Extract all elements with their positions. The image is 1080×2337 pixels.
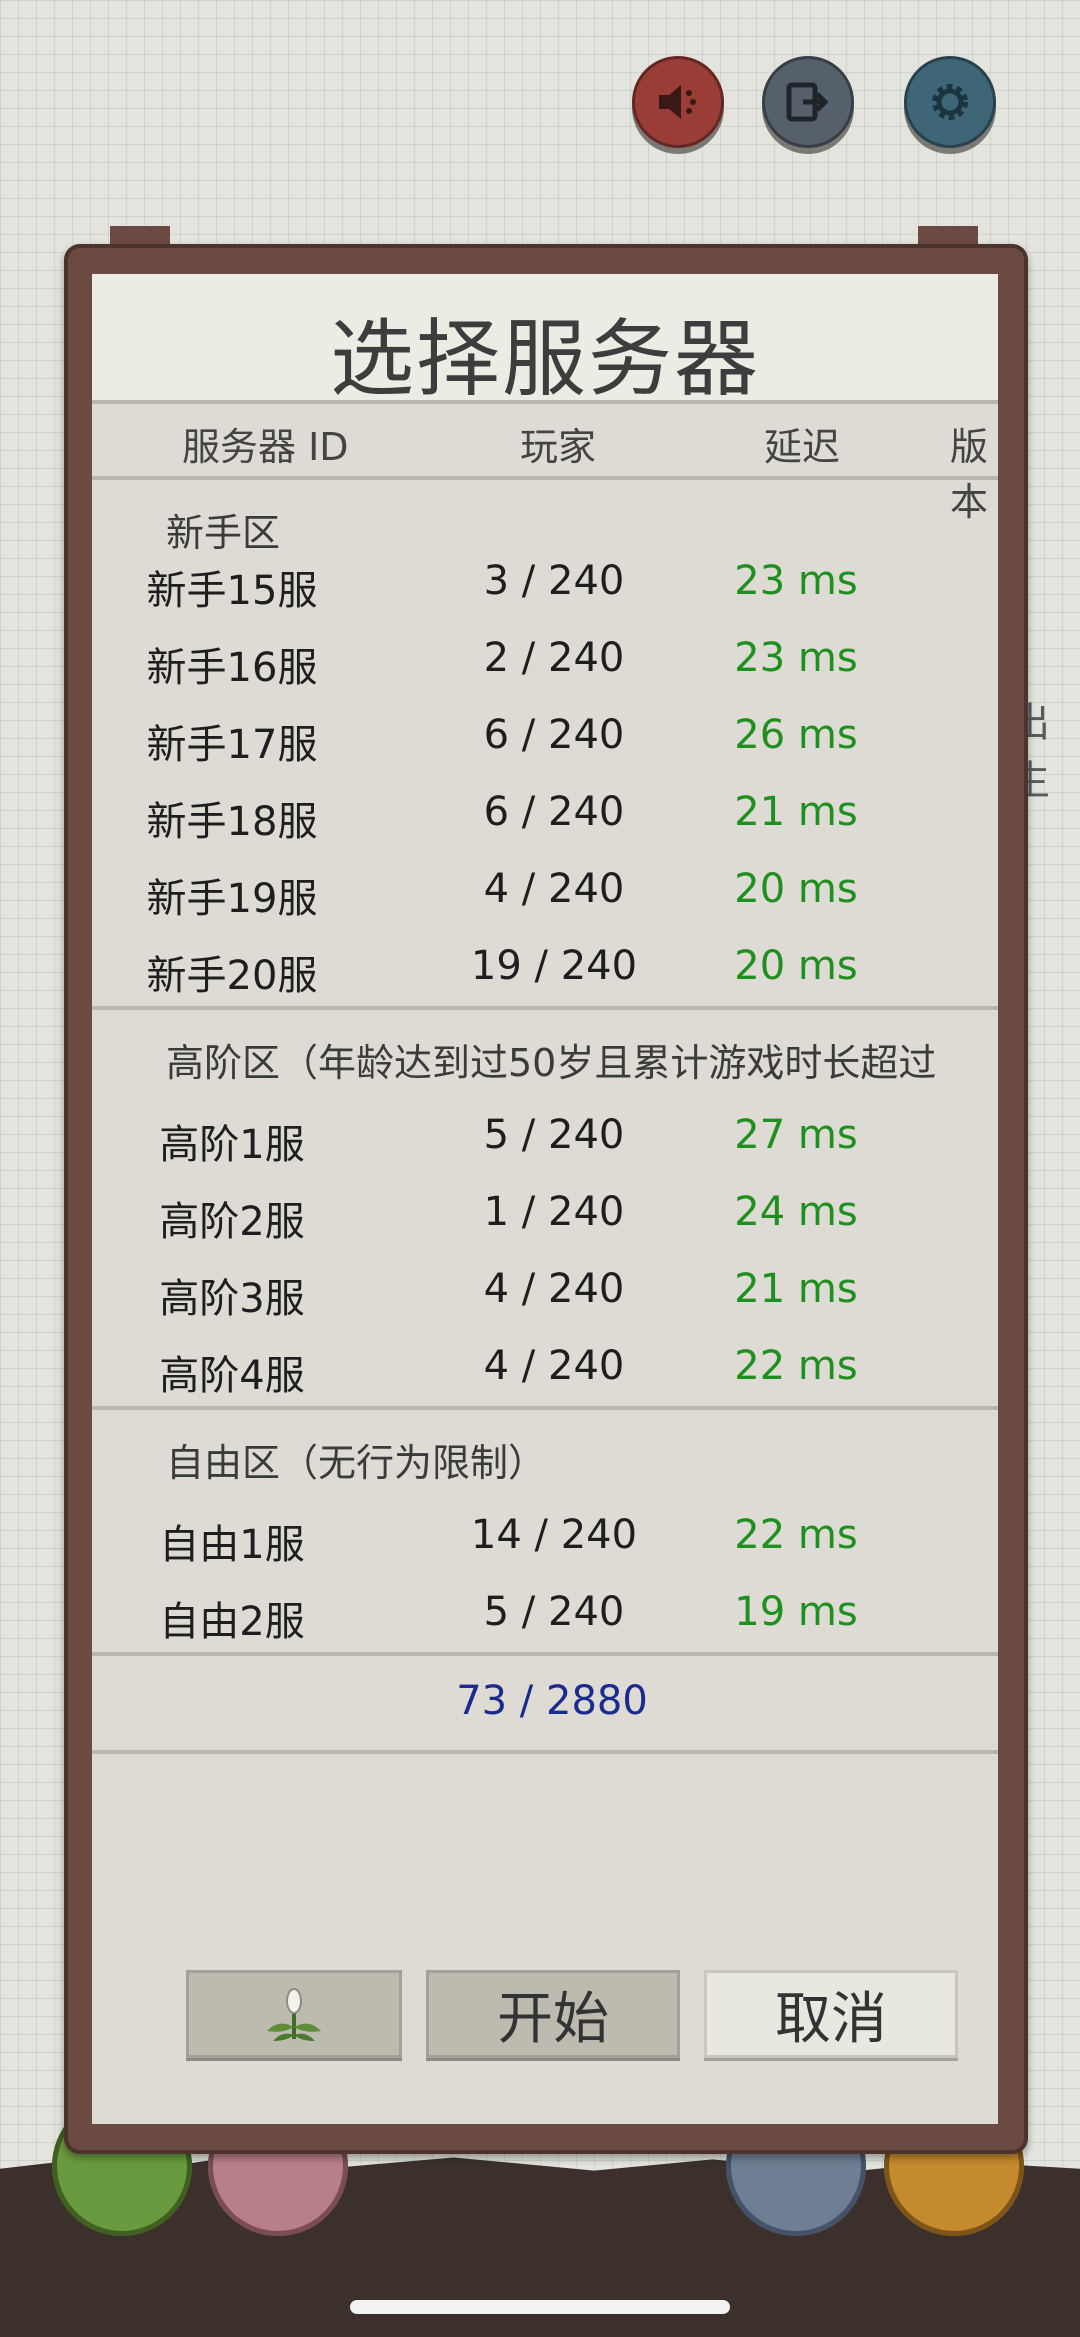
server-name: 高阶2服 bbox=[159, 1199, 305, 1245]
server-name: 自由1服 bbox=[159, 1522, 305, 1568]
server-players: 4 / 240 bbox=[483, 866, 625, 912]
section-title: 高阶区（年龄达到过50岁且累计游戏时长超过 bbox=[166, 1041, 937, 1085]
server-ping: 22 ms bbox=[734, 1343, 858, 1389]
plant-icon bbox=[267, 1988, 321, 2041]
server-row[interactable]: 新手15服 3 / 240 23 ms bbox=[92, 544, 998, 621]
server-name: 新手17服 bbox=[146, 722, 318, 768]
server-name: 新手19服 bbox=[146, 876, 318, 922]
server-ping: 23 ms bbox=[734, 635, 858, 681]
server-name: 新手16服 bbox=[146, 645, 318, 691]
plant-button[interactable] bbox=[186, 1970, 402, 2058]
server-players: 19 / 240 bbox=[470, 943, 638, 989]
server-row[interactable]: 高阶3服 4 / 240 21 ms bbox=[92, 1252, 998, 1329]
server-players: 2 / 240 bbox=[483, 635, 625, 681]
server-name: 高阶3服 bbox=[159, 1276, 305, 1322]
server-players: 4 / 240 bbox=[483, 1343, 625, 1389]
server-row[interactable]: 高阶4服 4 / 240 22 ms bbox=[92, 1329, 998, 1406]
server-ping: 23 ms bbox=[734, 558, 858, 604]
gear-icon bbox=[932, 84, 968, 120]
start-button[interactable]: 开始 bbox=[426, 1970, 680, 2058]
server-row[interactable]: 新手19服 4 / 240 20 ms bbox=[92, 852, 998, 929]
section-header-free: 自由区（无行为限制） bbox=[92, 1410, 998, 1498]
divider bbox=[92, 1750, 998, 1754]
server-players: 14 / 240 bbox=[470, 1512, 638, 1558]
server-ping: 20 ms bbox=[734, 866, 858, 912]
column-header-server-id: 服务器 ID bbox=[182, 425, 349, 469]
dialog-header: 选择服务器 bbox=[92, 274, 998, 408]
server-ping: 19 ms bbox=[734, 1589, 858, 1635]
column-header-players: 玩家 bbox=[520, 425, 597, 469]
column-header-ping: 延迟 bbox=[764, 425, 841, 469]
server-ping: 27 ms bbox=[734, 1112, 858, 1158]
server-name: 新手18服 bbox=[146, 799, 318, 845]
section-title: 自由区（无行为限制） bbox=[166, 1441, 547, 1485]
server-ping: 22 ms bbox=[734, 1512, 858, 1558]
exit-button[interactable] bbox=[762, 56, 854, 148]
section-header-advanced: 高阶区（年龄达到过50岁且累计游戏时长超过 bbox=[92, 1010, 998, 1098]
exit-icon bbox=[786, 82, 829, 122]
server-name: 高阶4服 bbox=[159, 1353, 305, 1399]
server-ping: 20 ms bbox=[734, 943, 858, 989]
speaker-icon bbox=[659, 85, 696, 119]
server-name: 高阶1服 bbox=[159, 1122, 305, 1168]
settings-button[interactable] bbox=[904, 56, 996, 148]
server-select-dialog: 选择服务器 服务器 ID 玩家 延迟 版本 新手区 新手15服 3 / 240 … bbox=[92, 274, 998, 2124]
server-players: 5 / 240 bbox=[483, 1112, 625, 1158]
server-row[interactable]: 新手20服 19 / 240 20 ms bbox=[92, 929, 998, 1006]
total-players: 73 / 2880 bbox=[456, 1678, 648, 1724]
server-row[interactable]: 新手17服 6 / 240 26 ms bbox=[92, 698, 998, 775]
server-players: 5 / 240 bbox=[483, 1589, 625, 1635]
server-row[interactable]: 新手16服 2 / 240 23 ms bbox=[92, 621, 998, 698]
server-players: 1 / 240 bbox=[483, 1189, 625, 1235]
total-row: 73 / 2880 bbox=[92, 1656, 998, 1750]
server-name: 新手15服 bbox=[146, 568, 318, 614]
server-players: 6 / 240 bbox=[483, 789, 625, 835]
server-name: 新手20服 bbox=[146, 953, 318, 999]
server-row[interactable]: 自由2服 5 / 240 19 ms bbox=[92, 1575, 998, 1652]
server-row[interactable]: 高阶2服 1 / 240 24 ms bbox=[92, 1175, 998, 1252]
cancel-button[interactable]: 取消 bbox=[704, 1970, 958, 2058]
dialog-title: 选择服务器 bbox=[329, 310, 760, 408]
dialog-buttons: 开始 取消 bbox=[92, 1940, 998, 2124]
server-ping: 21 ms bbox=[734, 789, 858, 835]
server-ping: 26 ms bbox=[734, 712, 858, 758]
server-players: 3 / 240 bbox=[483, 558, 625, 604]
server-row[interactable]: 新手18服 6 / 240 21 ms bbox=[92, 775, 998, 852]
server-name: 自由2服 bbox=[159, 1599, 305, 1645]
home-indicator[interactable] bbox=[350, 2300, 730, 2314]
server-players: 6 / 240 bbox=[483, 712, 625, 758]
sound-button[interactable] bbox=[632, 56, 724, 148]
column-header-row: 服务器 ID 玩家 延迟 版本 bbox=[92, 404, 998, 524]
server-row[interactable]: 自由1服 14 / 240 22 ms bbox=[92, 1498, 998, 1575]
server-row[interactable]: 高阶1服 5 / 240 27 ms bbox=[92, 1098, 998, 1175]
server-ping: 24 ms bbox=[734, 1189, 858, 1235]
server-players: 4 / 240 bbox=[483, 1266, 625, 1312]
server-ping: 21 ms bbox=[734, 1266, 858, 1312]
